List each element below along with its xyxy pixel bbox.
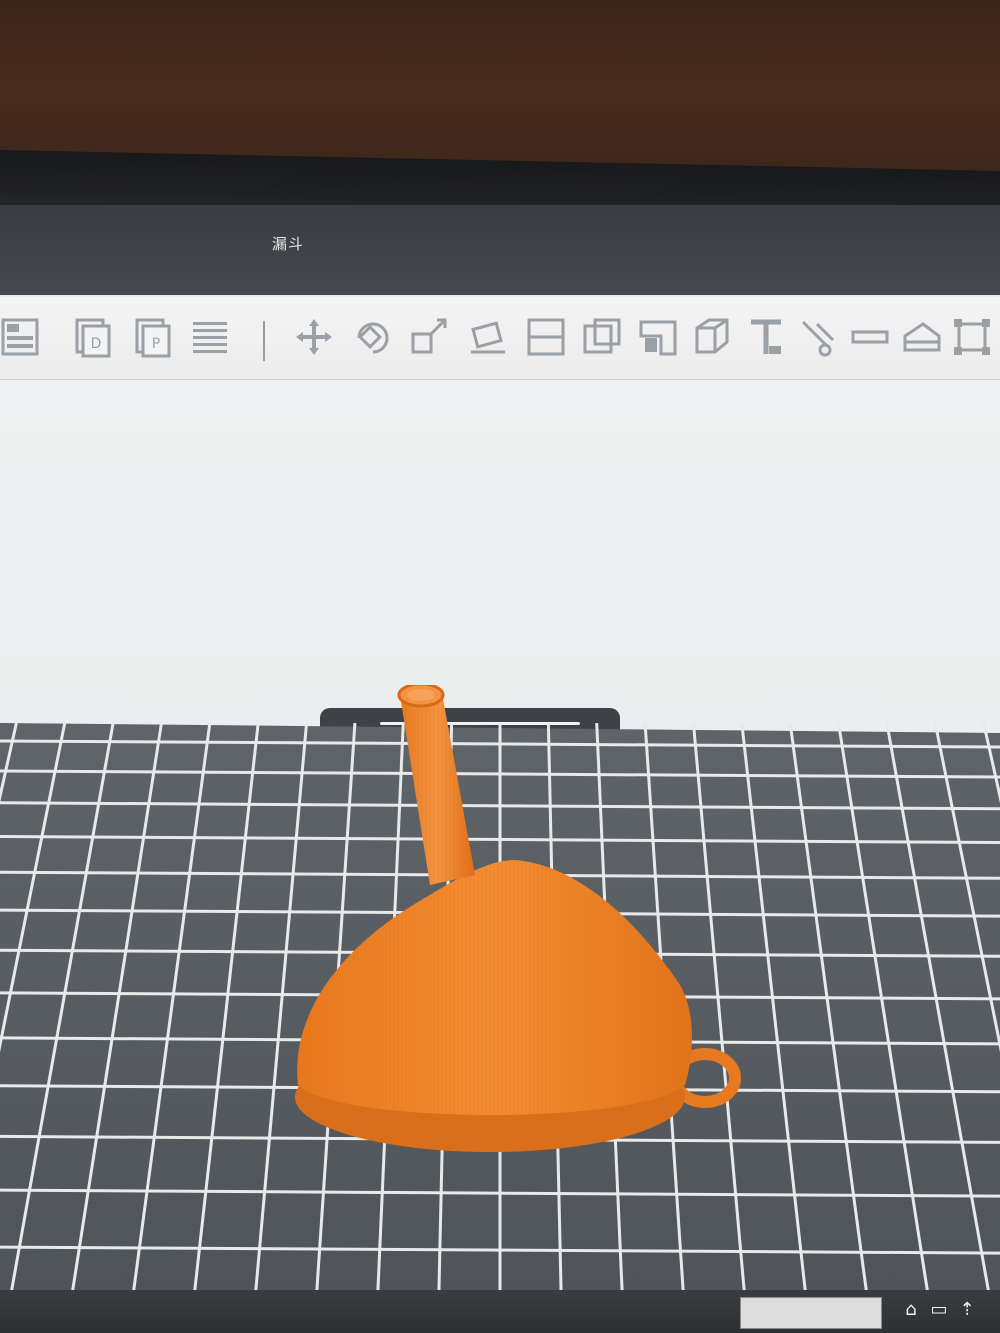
layout-icon[interactable] — [0, 315, 44, 359]
cut-icon[interactable] — [580, 315, 624, 359]
corner-icon[interactable] — [636, 315, 680, 359]
app-window: 漏斗 D P — [0, 205, 1000, 1333]
home-view-icon[interactable]: ⌂ — [900, 1300, 922, 1320]
title-bar: 漏斗 — [0, 205, 1000, 295]
frame-icon[interactable] — [950, 315, 994, 359]
text-icon[interactable] — [744, 315, 788, 359]
support-icon[interactable] — [796, 315, 840, 359]
window-title: 漏斗 — [272, 233, 304, 254]
status-readout — [740, 1297, 882, 1329]
tilt-icon[interactable] — [466, 315, 510, 359]
toolbar-separator — [263, 321, 265, 361]
cube-icon[interactable] — [690, 315, 734, 359]
3d-viewport[interactable] — [0, 380, 1000, 1333]
scale-icon[interactable] — [408, 315, 452, 359]
line-icon[interactable] — [848, 315, 892, 359]
funnel-model[interactable] — [280, 685, 750, 1185]
top-view-icon[interactable]: ⇡ — [956, 1300, 978, 1320]
view-controls: ⌂ ▭ ⇡ — [900, 1300, 978, 1320]
move-icon[interactable] — [292, 315, 336, 359]
frame-view-icon[interactable]: ▭ — [928, 1300, 950, 1320]
rotate-icon[interactable] — [350, 315, 394, 359]
svg-text:D: D — [91, 336, 102, 352]
list-icon[interactable] — [188, 315, 232, 359]
cup-icon[interactable] — [900, 315, 944, 359]
svg-text:P: P — [152, 336, 160, 352]
toolbar: D P — [0, 297, 1000, 380]
copy-icon[interactable]: D — [70, 315, 114, 359]
split-icon[interactable] — [524, 315, 568, 359]
paste-icon[interactable]: P — [130, 315, 174, 359]
